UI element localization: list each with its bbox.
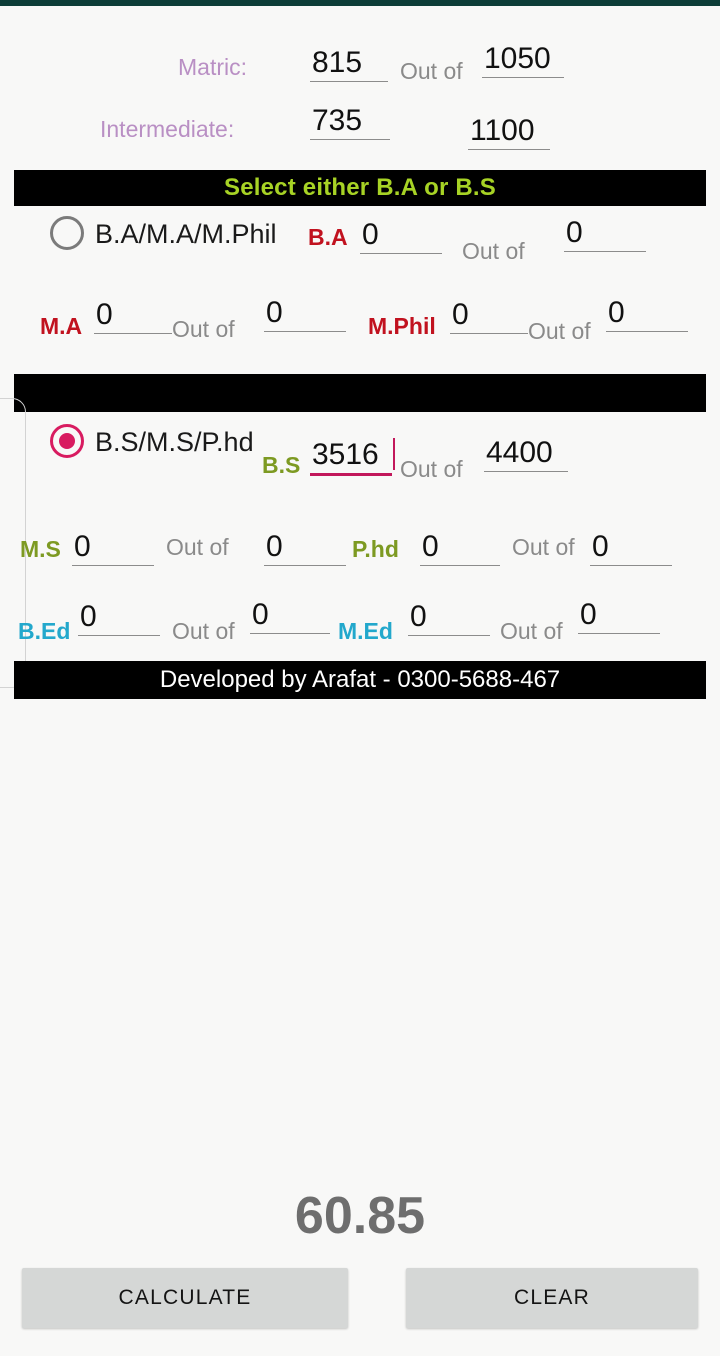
select-degree-banner-title: Select either B.A or B.S	[224, 174, 496, 201]
bed-total-input[interactable]: 0	[250, 598, 330, 634]
ba-obtained-input[interactable]: 0	[360, 218, 442, 254]
ma-obtained-input[interactable]: 0	[94, 298, 172, 334]
med-outof-label: Out of	[500, 618, 563, 644]
ms-total-input[interactable]: 0	[264, 530, 346, 566]
ba-total-input[interactable]: 0	[564, 216, 646, 252]
ma-outof-label: Out of	[172, 316, 235, 342]
phd-total-input[interactable]: 0	[590, 530, 672, 566]
ba-outof-label: Out of	[462, 238, 525, 264]
radio-ba-group-label: B.A/M.A/M.Phil	[95, 219, 277, 249]
phd-obtained-input[interactable]: 0	[420, 530, 500, 566]
developer-credit-text: Developed by Arafat - 0300-5688-467	[159, 666, 561, 693]
bs-outof-label: Out of	[400, 456, 463, 482]
radio-ba-group[interactable]	[50, 216, 84, 250]
intermediate-row: Intermediate: 735 1100	[0, 104, 720, 158]
ba-tag: B.A	[308, 224, 348, 250]
ms-tag: M.S	[20, 536, 61, 562]
developer-credit-banner: Developed by Arafat - 0300-5688-467	[14, 661, 706, 699]
bed-obtained-input[interactable]: 0	[78, 600, 160, 636]
result-percentage: 60.85	[294, 1187, 426, 1245]
mphil-tag: M.Phil	[368, 313, 436, 339]
radio-bs-group-label: B.S/M.S/P.hd	[95, 427, 254, 457]
ma-tag: M.A	[40, 313, 83, 339]
matric-obtained-input[interactable]: 815	[310, 46, 388, 82]
ms-outof-label: Out of	[166, 534, 229, 560]
mphil-total-input[interactable]: 0	[606, 296, 688, 332]
ms-obtained-input[interactable]: 0	[72, 530, 154, 566]
phd-tag: P.hd	[352, 536, 399, 562]
matric-label: Matric:	[178, 54, 247, 80]
bs-obtained-input-wrap[interactable]: 3516	[310, 438, 395, 476]
ma-total-input[interactable]: 0	[264, 296, 346, 332]
matric-outof-label: Out of	[400, 58, 463, 84]
status-bar-strip	[0, 0, 720, 6]
intermediate-obtained-input[interactable]: 735	[310, 104, 390, 140]
intermediate-total-input[interactable]: 1100	[468, 114, 550, 150]
clear-button[interactable]: CLEAR	[406, 1268, 698, 1328]
percentage-calculator-screen: Matric: 815 Out of 1050 Intermediate: 73…	[0, 0, 720, 1356]
radio-bs-group[interactable]	[50, 424, 84, 458]
select-degree-banner: Select either B.A or B.S	[14, 170, 706, 206]
text-caret	[393, 438, 395, 470]
bed-outof-label: Out of	[172, 618, 235, 644]
matric-row: Matric: 815 Out of 1050	[0, 42, 720, 96]
med-total-input[interactable]: 0	[578, 598, 660, 634]
med-tag: M.Ed	[338, 618, 393, 644]
mphil-outof-label: Out of	[528, 318, 591, 344]
med-obtained-input[interactable]: 0	[408, 600, 490, 636]
mphil-obtained-input[interactable]: 0	[450, 298, 528, 334]
calculate-button[interactable]: CALCULATE	[22, 1268, 348, 1328]
intermediate-label: Intermediate:	[100, 116, 235, 142]
bs-total-input[interactable]: 4400	[484, 436, 568, 472]
bed-tag: B.Ed	[18, 618, 71, 644]
bs-obtained-input[interactable]: 3516	[310, 438, 392, 476]
bs-tag: B.S	[262, 452, 301, 478]
phd-outof-label: Out of	[512, 534, 575, 560]
section-divider-banner	[14, 374, 706, 412]
matric-total-input[interactable]: 1050	[482, 42, 564, 78]
